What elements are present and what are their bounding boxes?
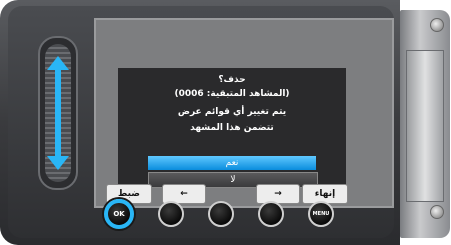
hinge-panel [406,50,444,202]
zoom-slider[interactable] [38,36,78,190]
hardware-button-3[interactable] [208,201,234,227]
hardware-button-2[interactable] [158,201,184,227]
warning-line-1: يتم تغيير أي قوائم عرض [177,107,287,117]
lcd-screen: حذف؟ (المشاهد المتبقية: 0006) يتم تغيير … [94,18,394,208]
ok-button[interactable]: OK [104,199,134,229]
right-arrow-softkey[interactable]: → [256,184,300,204]
menu-label: MENU [312,211,330,217]
remaining-scenes: (المشاهد المتبقية: 0006) [174,89,290,99]
dialog-title: حذف؟ [218,75,246,85]
screen-hinge [400,10,450,238]
menu-button[interactable]: MENU [308,201,334,227]
hardware-button-4[interactable] [258,201,284,227]
warning-line-2: تتضمن هذا المشهد [190,123,274,133]
delete-dialog: حذف؟ (المشاهد المتبقية: 0006) يتم تغيير … [118,68,346,188]
camera-body: حذف؟ (المشاهد المتبقية: 0006) يتم تغيير … [0,0,400,245]
down-arrow-icon [47,156,69,170]
ok-label: OK [113,210,125,218]
screw-icon [430,18,444,32]
slider-bar-icon [55,68,61,158]
camera-panel: حذف؟ (المشاهد المتبقية: 0006) يتم تغيير … [8,6,394,238]
slider-track [45,44,71,182]
yes-option[interactable]: نعم [148,156,316,170]
screw-icon [430,205,444,219]
